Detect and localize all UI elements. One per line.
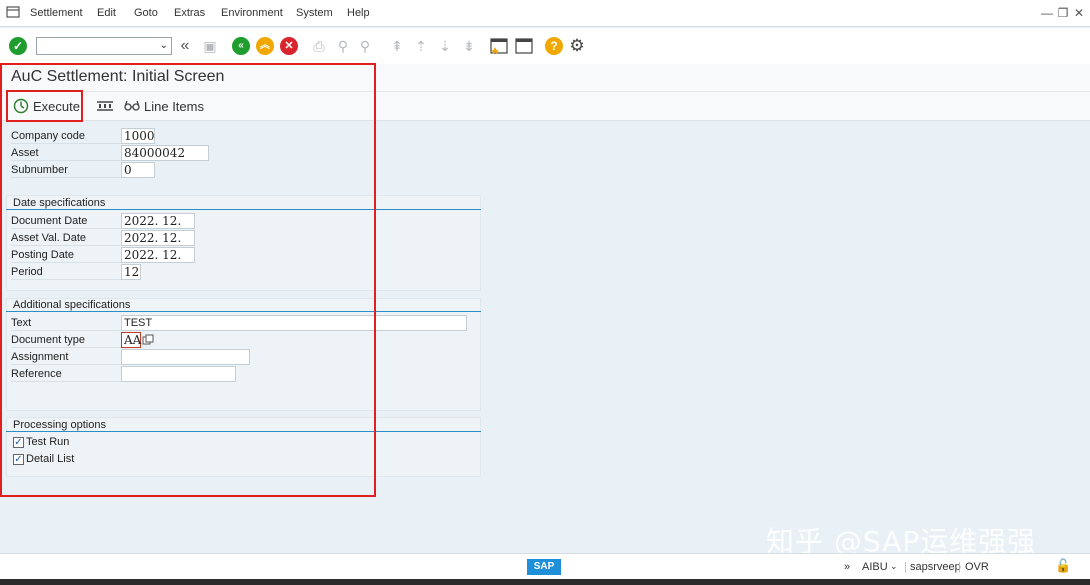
help-icon[interactable]: ? (545, 37, 563, 55)
next-page-icon: ⇣ (439, 38, 451, 54)
reference-input[interactable] (121, 366, 236, 382)
settings-gear-icon[interactable]: ⚙ (569, 37, 585, 54)
restore-icon[interactable]: ❐ (1056, 6, 1070, 20)
line-items-label: Line Items (144, 98, 204, 114)
document-date-label: Document Date (11, 213, 121, 229)
assignment-input[interactable] (121, 349, 250, 365)
date-specifications-divider (6, 209, 481, 210)
text-input[interactable]: TEST (121, 315, 467, 331)
back-icon[interactable]: « (232, 37, 250, 55)
first-page-icon: ⇞ (391, 38, 403, 54)
standard-toolbar: ✓ ⌄ « ▣ « ︽ ✕ ⎙ ⚲ ⚲ ⇞ ⇡ ⇣ ⇟ ? ⚙ (0, 28, 1090, 64)
shortcut-icon[interactable] (515, 38, 533, 54)
menu-help[interactable]: Help (347, 7, 370, 19)
minimize-icon[interactable]: — (1040, 6, 1054, 20)
structure-icon[interactable] (96, 99, 114, 113)
status-separator: | (958, 561, 961, 573)
status-bar: SAP » AIBU ⌄ | sapsrveep | OVR 🔓 (0, 553, 1090, 579)
status-server: sapsrveep (910, 561, 961, 573)
menu-list-icon[interactable] (6, 5, 20, 19)
execute-button[interactable]: Execute (9, 95, 84, 117)
value-help-icon[interactable] (142, 334, 154, 346)
test-run-label: Test Run (26, 436, 70, 448)
new-session-icon[interactable] (490, 38, 508, 54)
lock-icon[interactable]: 🔓 (1055, 558, 1071, 574)
chevron-down-icon[interactable]: ⌄ (890, 561, 898, 572)
document-type-label: Document type (11, 332, 121, 348)
menu-settlement[interactable]: Settlement (30, 7, 83, 19)
assignment-label: Assignment (11, 349, 121, 365)
title-area: AuC Settlement: Initial Screen (0, 64, 1090, 92)
save-icon: ▣ (203, 38, 217, 54)
find-next-icon: ⚲ (359, 38, 371, 54)
processing-options-title: Processing options (13, 419, 106, 431)
menu-bar: Settlement Edit Goto Extras Environment … (0, 0, 1090, 27)
posting-date-input[interactable]: 2022. 12. 05 (121, 247, 195, 276)
status-expand-button[interactable]: » (844, 561, 850, 573)
text-label: Text (11, 315, 121, 331)
execute-label: Execute (33, 98, 80, 114)
asset-val-date-input[interactable]: 2022. 12. 05 (121, 230, 195, 259)
chevron-down-icon[interactable]: ⌄ (160, 40, 168, 51)
subnumber-input[interactable]: 0 (121, 162, 155, 178)
status-separator: | (904, 561, 907, 573)
additional-specifications-divider (6, 311, 481, 312)
previous-page-icon: ⇡ (415, 38, 427, 54)
detail-list-label: Detail List (26, 453, 75, 465)
print-icon: ⎙ (313, 38, 325, 54)
double-chevron-left-icon[interactable]: « (177, 38, 193, 54)
menu-goto[interactable]: Goto (134, 7, 158, 19)
asset-input[interactable]: 84000042 (121, 145, 209, 161)
subnumber-label: Subnumber (11, 162, 121, 178)
exit-icon[interactable]: ︽ (256, 37, 274, 55)
last-page-icon: ⇟ (463, 38, 475, 54)
menu-extras[interactable]: Extras (174, 7, 205, 19)
taskbar-strip (0, 579, 1090, 585)
sap-logo: SAP (527, 559, 561, 575)
date-specifications-title: Date specifications (13, 197, 106, 209)
posting-date-label: Posting Date (11, 247, 121, 263)
document-date-input[interactable]: 2022. 12. 05 (121, 213, 195, 242)
period-input[interactable]: 12 (121, 264, 141, 280)
asset-label: Asset (11, 145, 121, 161)
document-type-input[interactable]: AA (121, 332, 141, 348)
close-window-icon[interactable]: ✕ (1072, 6, 1086, 20)
processing-options-divider (6, 431, 481, 432)
cancel-icon[interactable]: ✕ (280, 37, 298, 55)
status-mode: OVR (965, 561, 989, 573)
find-icon: ⚲ (337, 38, 349, 54)
status-client: AIBU (862, 561, 888, 573)
test-run-checkbox[interactable]: ✓ (13, 437, 24, 448)
company-code-label: Company code (11, 128, 121, 144)
additional-specifications-title: Additional specifications (13, 299, 131, 311)
company-code-input[interactable]: 1000 (121, 128, 155, 144)
execute-clock-icon (13, 98, 29, 114)
menu-edit[interactable]: Edit (97, 7, 116, 19)
menu-system[interactable]: System (296, 7, 333, 19)
menu-environment[interactable]: Environment (221, 7, 283, 19)
main-content: Company code 1000 Asset 84000042 Subnumb… (0, 121, 1090, 553)
detail-list-checkbox[interactable]: ✓ (13, 454, 24, 465)
asset-val-date-label: Asset Val. Date (11, 230, 121, 246)
command-field[interactable]: ⌄ (36, 37, 172, 55)
period-label: Period (11, 264, 121, 280)
application-toolbar: Execute Line Items (0, 92, 1090, 121)
reference-label: Reference (11, 366, 121, 382)
line-items-button[interactable]: Line Items (124, 95, 204, 117)
page-title: AuC Settlement: Initial Screen (11, 68, 225, 85)
glasses-icon (124, 100, 140, 111)
enter-checkmark-icon[interactable]: ✓ (9, 37, 27, 55)
